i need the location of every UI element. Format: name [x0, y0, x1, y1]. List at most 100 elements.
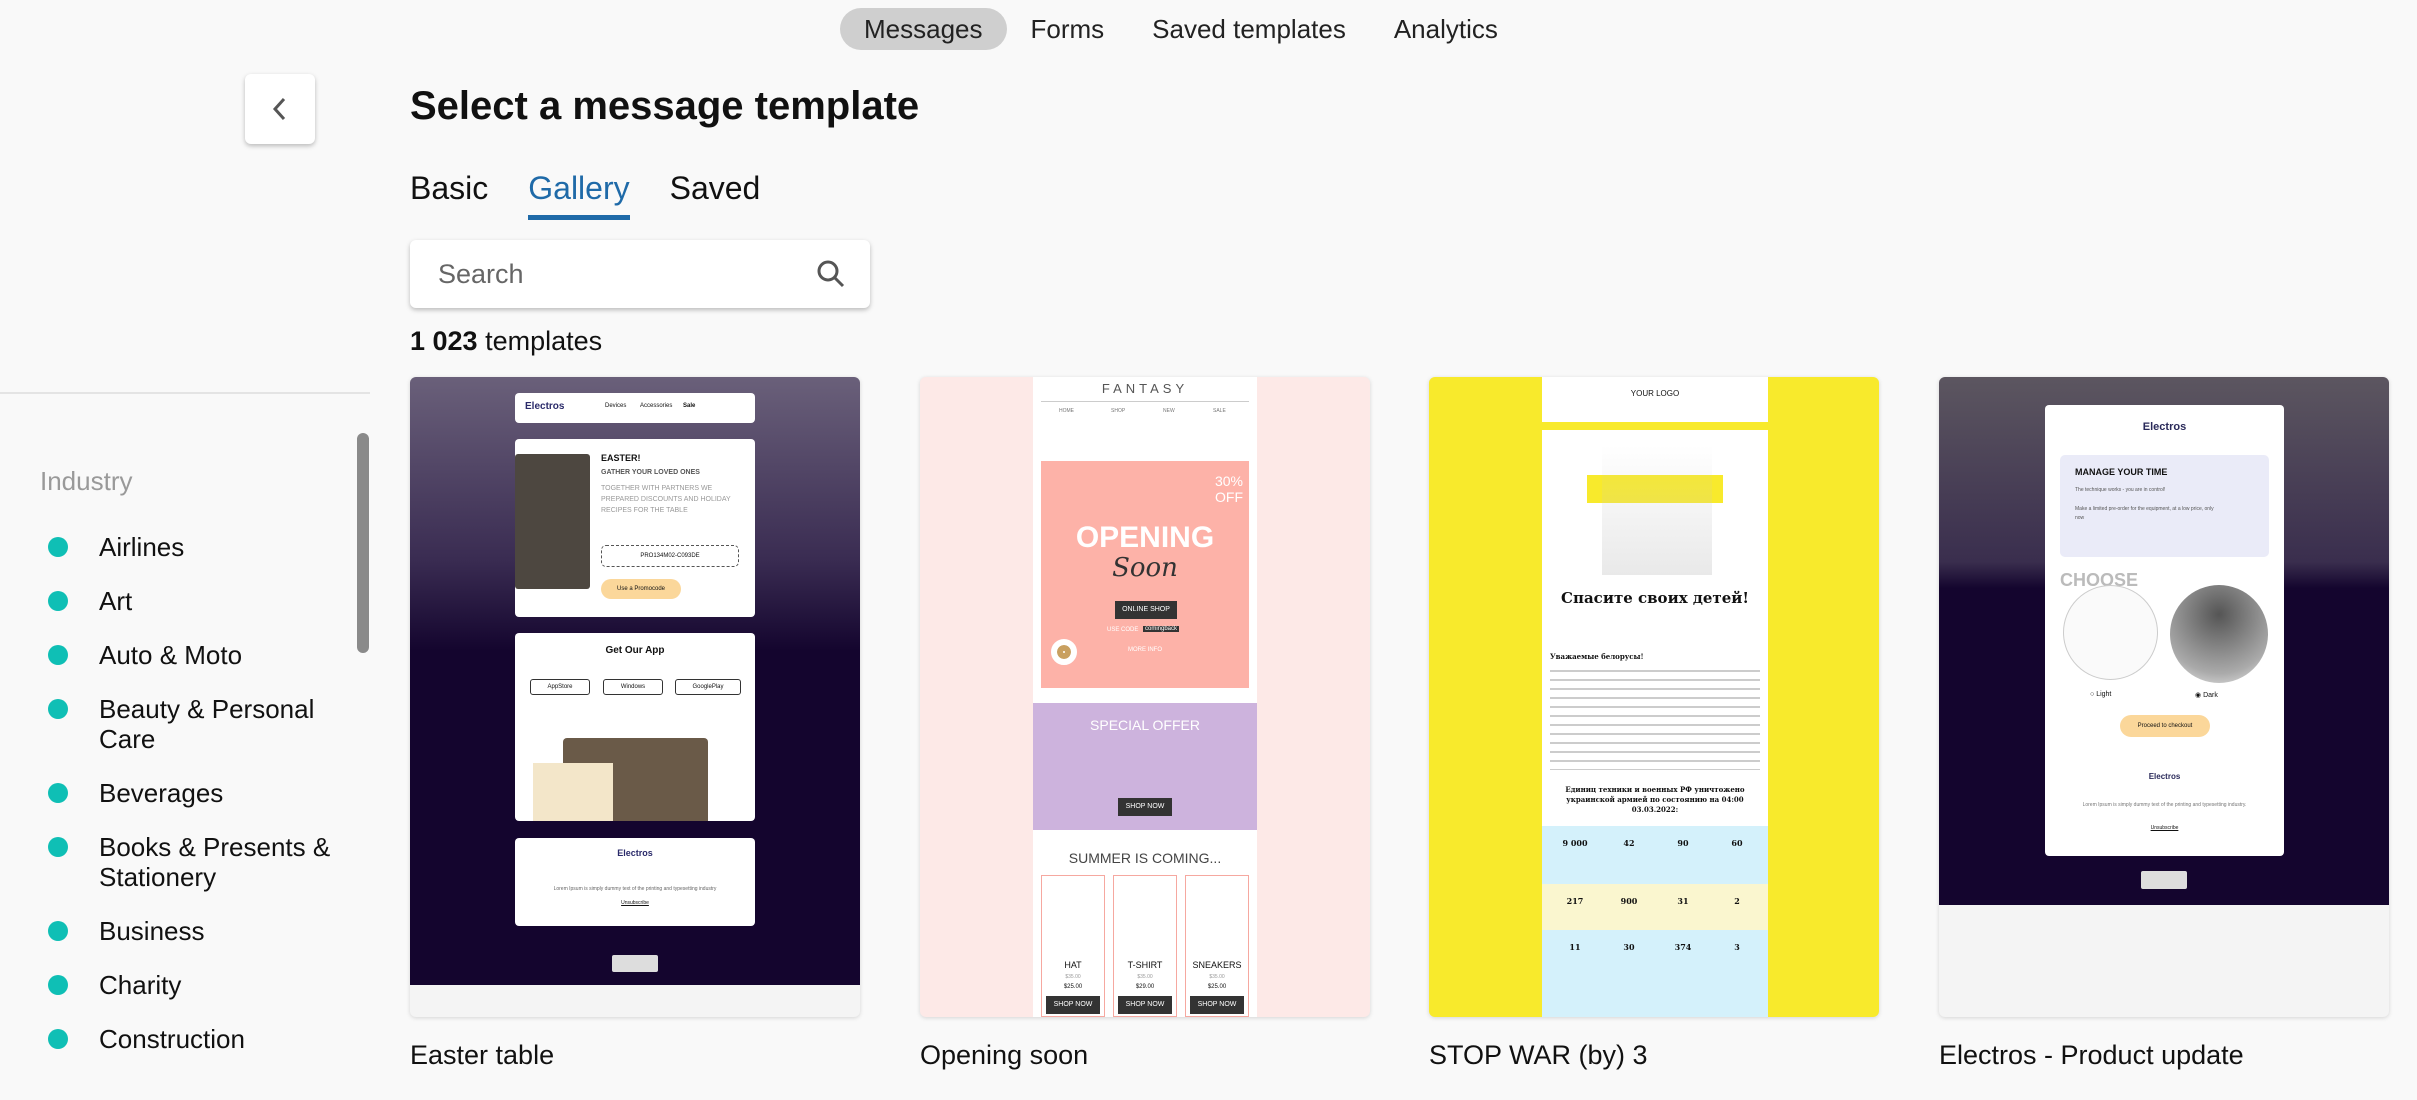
- thumb-promo-code: PRO134M02-C093DE: [601, 545, 739, 567]
- divider: [1041, 401, 1249, 402]
- nav-saved-templates[interactable]: Saved templates: [1128, 8, 1370, 50]
- industry-label: Airlines: [99, 532, 185, 562]
- product-price: $25.00: [1207, 984, 1227, 990]
- thumb-store-badge: AppStore: [530, 679, 590, 695]
- product-name: SNEAKERS: [1192, 960, 1242, 970]
- industry-item-beauty[interactable]: Beauty & Personal Care: [40, 694, 340, 754]
- template-tabs: Basic Gallery Saved: [410, 170, 760, 220]
- thumb-unsubscribe: Unsubscribe: [2150, 825, 2179, 831]
- template-card-stop-war[interactable]: YOUR LOGO Спасите своих детей! Уважаемые…: [1429, 377, 1879, 1017]
- thumb-heading: EASTER!: [601, 453, 641, 463]
- thumb-brand: FANTASY: [1101, 381, 1189, 396]
- option-label: Dark: [2203, 692, 2218, 699]
- thumb-summer-title: SUMMER IS COMING...: [1068, 850, 1222, 866]
- page-title: Select a message template: [410, 84, 920, 128]
- stat-value: 31: [1677, 896, 1689, 906]
- thumb-devices-image: [533, 763, 613, 821]
- thumb-manage-box: MANAGE YOUR TIME The technique works - y…: [2060, 455, 2269, 557]
- thumb-footer: Electros Lorem Ipsum is simply dummy tex…: [515, 838, 755, 926]
- stat-value: 90: [1677, 838, 1689, 848]
- thumb-logo: YOUR LOGO: [1630, 389, 1680, 398]
- stat-value: 900: [1620, 896, 1638, 906]
- industry-label: Art: [99, 586, 133, 616]
- nav-forms[interactable]: Forms: [1007, 8, 1129, 50]
- industry-item-construction[interactable]: Construction: [40, 1024, 340, 1054]
- nav-analytics[interactable]: Analytics: [1370, 8, 1522, 50]
- tab-saved[interactable]: Saved: [670, 170, 761, 220]
- product-price: $29.00: [1135, 984, 1155, 990]
- thumb-cta: Use a Promocode: [601, 579, 681, 599]
- industry-item-beverages[interactable]: Beverages: [40, 778, 340, 808]
- bullet-icon: [48, 975, 68, 995]
- template-name[interactable]: Opening soon: [920, 1040, 1088, 1071]
- sidebar-divider: [0, 392, 370, 394]
- industry-item-auto-moto[interactable]: Auto & Moto: [40, 640, 340, 670]
- back-button[interactable]: [245, 74, 315, 144]
- stat-value: 30: [1623, 942, 1635, 952]
- thumb-stats-title: Единиц техники и военных РФ уничтожено у…: [1565, 785, 1745, 814]
- thumb-nav: HOME: [1059, 408, 1074, 414]
- thumb-cta: ONLINE SHOP: [1115, 601, 1177, 619]
- stat-value: 3: [1734, 942, 1740, 952]
- sidebar-scrollbar[interactable]: [357, 433, 369, 653]
- industry-item-airlines[interactable]: Airlines: [40, 532, 340, 562]
- stat-value: 374: [1674, 942, 1692, 952]
- industry-label: Auto & Moto: [99, 640, 243, 670]
- count-number: 1 023: [410, 326, 478, 356]
- bullet-icon: [48, 1029, 68, 1049]
- template-card-electros-update[interactable]: Electros MANAGE YOUR TIME The technique …: [1939, 377, 2389, 1017]
- stat-value: 2: [1734, 896, 1740, 906]
- bullet-icon: [48, 537, 68, 557]
- thumb-app-title: Get Our App: [605, 645, 665, 656]
- product-name: HAT: [1064, 960, 1082, 970]
- template-card-opening-soon[interactable]: FANTASY HOME SHOP NEW SALE 30% OFF OPENI…: [920, 377, 1370, 1017]
- thumb-hero-title: OPENING: [1075, 521, 1215, 554]
- protest-illustration: [1602, 445, 1712, 575]
- thumb-body: TOGETHER WITH PARTNERS WE PREPARED DISCO…: [601, 485, 731, 514]
- stats-row: [1542, 884, 1768, 930]
- thumb-offer-title: SPECIAL OFFER: [1090, 717, 1200, 733]
- nav-messages[interactable]: Messages: [840, 8, 1007, 50]
- thumb-special-offer: SPECIAL OFFER SHOP NOW: [1033, 703, 1257, 830]
- thumb-unsubscribe: Unsubscribe: [621, 900, 649, 906]
- count-label: templates: [485, 326, 603, 356]
- thumb-nav: Accessories: [640, 403, 673, 409]
- thumb-hero-script: Soon: [1112, 553, 1178, 583]
- bullet-icon: [48, 921, 68, 941]
- thumb-option-dark: ◉ Dark: [2195, 692, 2218, 699]
- industry-item-charity[interactable]: Charity: [40, 970, 340, 1000]
- template-name[interactable]: Electros - Product update: [1939, 1040, 2244, 1071]
- product-cta: SHOP NOW: [1118, 996, 1172, 1014]
- industry-list: Airlines Art Auto & Moto Beauty & Person…: [40, 532, 340, 1078]
- industry-item-business[interactable]: Business: [40, 916, 340, 946]
- bullet-icon: [48, 645, 68, 665]
- industry-label: Beauty & Personal Care: [99, 694, 315, 754]
- thumb-app-block: Get Our App AppStore Windows GooglePlay: [515, 633, 755, 821]
- bullet-icon: [48, 837, 68, 857]
- thumb-discount: 30% OFF: [1214, 473, 1243, 505]
- thumb-product: HAT $35.00 $25.00 SHOP NOW: [1041, 875, 1105, 1017]
- thumb-nav: SHOP: [1111, 408, 1126, 414]
- template-card-easter[interactable]: Electros Devices Accessories Sale EASTER…: [410, 377, 860, 1017]
- industry-item-books[interactable]: Books & Presents & Stationery: [40, 832, 340, 892]
- stat-value: 217: [1566, 896, 1584, 906]
- industry-label: Business: [99, 916, 205, 946]
- search-input[interactable]: [438, 258, 816, 290]
- thumb-cta: Proceed to checkout: [2120, 715, 2210, 737]
- template-name[interactable]: Easter table: [410, 1040, 554, 1071]
- tab-basic[interactable]: Basic: [410, 170, 488, 220]
- chevron-left-icon: [272, 97, 286, 121]
- stats-row: [1542, 826, 1768, 884]
- thumb-product: SNEAKERS $35.00 $25.00 SHOP NOW: [1185, 875, 1249, 1017]
- body-text-lines: [1550, 670, 1760, 770]
- search-icon[interactable]: [816, 259, 846, 289]
- template-name[interactable]: STOP WAR (by) 3: [1429, 1040, 1648, 1071]
- thumb-code-label: USE CODE: [1107, 627, 1139, 633]
- thumb-sub: The technique works - you are in control…: [2075, 487, 2166, 493]
- industry-item-art[interactable]: Art: [40, 586, 340, 616]
- thumb-greeting: Уважаемые белорусы!: [1550, 652, 1644, 661]
- thumb-code: comingback: [1143, 626, 1180, 632]
- tab-gallery[interactable]: Gallery: [528, 170, 630, 220]
- industry-label: Construction: [99, 1024, 245, 1054]
- thumb-body: Make a limited pre-order for the equipme…: [2075, 506, 2214, 521]
